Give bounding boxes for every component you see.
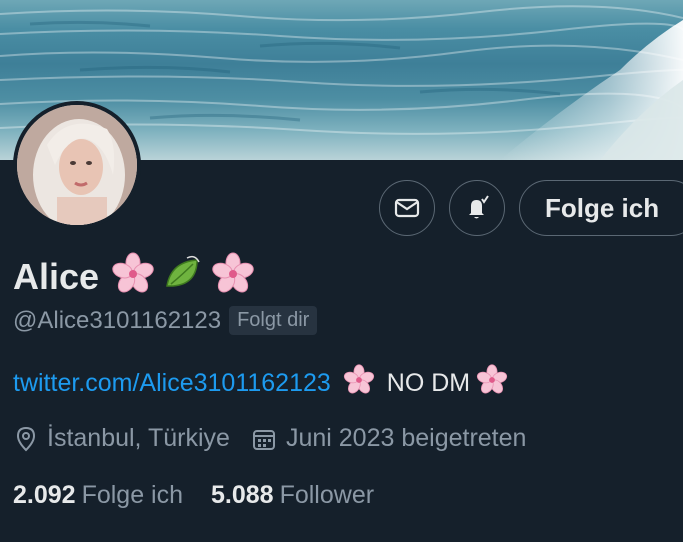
location-pin-icon	[16, 426, 36, 451]
profile-meta: İstanbul, Türkiye Juni 2023 beigetreten	[15, 424, 548, 453]
following-button[interactable]: Folge ich	[519, 180, 683, 236]
following-label: Folge ich	[81, 481, 184, 509]
followers-count: 5.088	[211, 481, 274, 509]
leaf-icon	[161, 252, 205, 301]
joined-text: Juni 2023 beigetreten	[285, 424, 527, 452]
bell-check-icon	[469, 195, 489, 219]
message-button[interactable]	[379, 180, 435, 236]
profile-name-row: Alice	[13, 252, 261, 301]
handle-row: @Alice3101162123 Folgt dir	[13, 306, 318, 335]
follows-you-badge: Folgt dir	[229, 306, 318, 335]
joined-item: Juni 2023 beigetreten	[252, 424, 526, 453]
notifications-button[interactable]	[449, 180, 505, 236]
user-handle: @Alice3101162123	[13, 306, 222, 334]
bio-text: NO DM	[386, 369, 471, 397]
profile-avatar[interactable]	[13, 101, 141, 229]
profile-bio: twitter.com/Alice3101162123 NO DM	[13, 364, 514, 403]
following-button-label: Folge ich	[545, 192, 660, 223]
avatar-portrait-image	[17, 105, 137, 225]
cherry-blossom-icon	[111, 252, 155, 301]
cherry-blossom-icon	[211, 252, 255, 301]
display-name: Alice	[13, 255, 100, 297]
mail-icon	[394, 198, 420, 218]
following-count: 2.092	[13, 481, 76, 509]
profile-stats: 2.092 Folge ich 5.088 Follower	[13, 481, 402, 510]
following-stat[interactable]: 2.092 Folge ich	[13, 481, 183, 510]
bio-link[interactable]: twitter.com/Alice3101162123	[13, 369, 331, 398]
location-text: İstanbul, Türkiye	[47, 424, 230, 452]
cherry-blossom-icon	[476, 364, 508, 403]
followers-stat[interactable]: 5.088 Follower	[211, 481, 374, 510]
cherry-blossom-icon	[343, 364, 375, 403]
calendar-icon	[252, 429, 275, 450]
location-item: İstanbul, Türkiye	[15, 424, 230, 453]
followers-label: Follower	[279, 481, 375, 509]
